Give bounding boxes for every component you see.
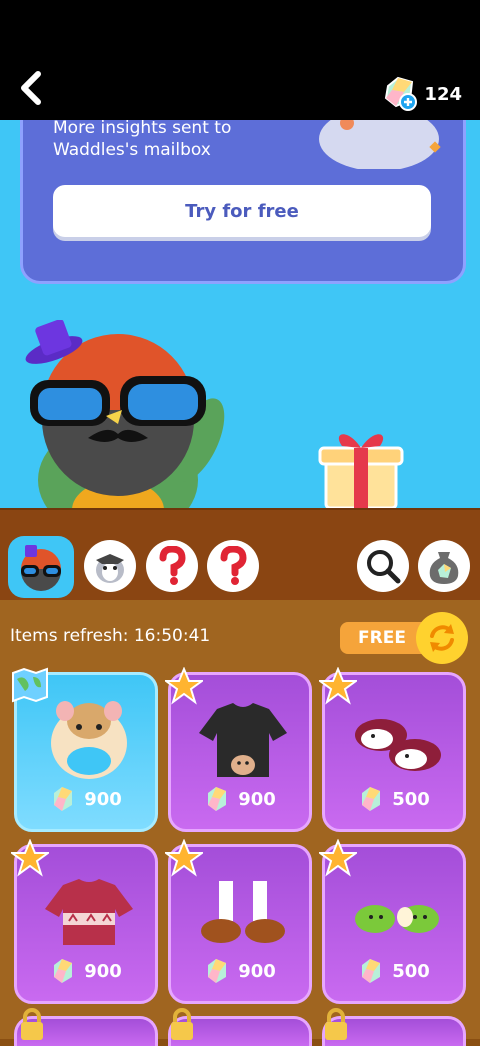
- knit-sweater-icon: [45, 879, 133, 945]
- item-price-value: 900: [84, 788, 122, 810]
- item-price-value: 500: [392, 960, 430, 982]
- shop-item-shoes[interactable]: 900: [165, 839, 312, 1004]
- refresh-icon-button[interactable]: [416, 612, 468, 664]
- gem-balance[interactable]: 124: [382, 76, 462, 112]
- shop-item-apple-slippers[interactable]: 500: [319, 839, 466, 1004]
- tab-mystery-1[interactable]: [146, 540, 198, 592]
- gem-icon: [54, 787, 73, 811]
- lock-icon: [21, 1008, 43, 1040]
- gift-box-icon[interactable]: [318, 426, 404, 510]
- gem-icon: [362, 787, 381, 811]
- gem-bag-icon: [429, 552, 459, 584]
- gem-icon: [362, 959, 381, 983]
- item-price: 900: [17, 957, 155, 985]
- tab-penguin-avatar[interactable]: [84, 540, 136, 592]
- promo-text: More insights sent to Waddles's mailbox: [53, 120, 232, 160]
- item-price: 500: [325, 957, 463, 985]
- penguin-mascot-icon: [319, 120, 441, 169]
- tab-bird-avatar[interactable]: [8, 536, 74, 598]
- gem-bag-button[interactable]: [418, 540, 470, 592]
- category-tabs: [0, 508, 480, 602]
- shop-item-knit-sweater[interactable]: 900: [11, 839, 158, 1004]
- tab-mystery-2[interactable]: [207, 540, 259, 592]
- penguin-avatar-icon: [96, 554, 124, 583]
- brown-shoes-icon: [201, 881, 285, 943]
- gem-count-label: 124: [424, 83, 462, 105]
- apple-slippers-icon: [355, 905, 439, 933]
- search-button[interactable]: [357, 540, 409, 592]
- hamster-hat-icon: [51, 701, 127, 779]
- item-price: 900: [17, 785, 155, 813]
- promo-card: More insights sent to Waddles's mailbox …: [20, 120, 466, 284]
- lock-icon: [325, 1008, 347, 1040]
- item-price-value: 900: [84, 960, 122, 982]
- gem-plus-icon: [385, 76, 418, 111]
- bird-with-top-hat-icon: [25, 320, 225, 510]
- item-price: 900: [171, 785, 309, 813]
- free-label: FREE: [358, 628, 406, 648]
- shop-item-hat[interactable]: 900: [12, 667, 158, 832]
- scene: More insights sent to Waddles's mailbox …: [0, 120, 480, 510]
- shop-item-sweater[interactable]: 900: [165, 667, 312, 832]
- shop-panel: Items refresh: 16:50:41 FREE 900 900 500…: [0, 600, 480, 1039]
- question-icon: [220, 546, 247, 585]
- search-icon: [367, 550, 401, 584]
- gem-icon: [208, 959, 227, 983]
- top-bar: 124: [0, 0, 480, 120]
- item-price: 900: [171, 957, 309, 985]
- shop-item-slippers[interactable]: 500: [319, 667, 466, 832]
- back-chevron-icon[interactable]: [14, 68, 48, 108]
- item-price-value: 900: [238, 788, 276, 810]
- refresh-icon: [430, 624, 454, 652]
- bird-avatar-icon: [21, 545, 61, 591]
- item-price-value: 900: [238, 960, 276, 982]
- try-for-free-button[interactable]: Try for free: [53, 185, 431, 237]
- question-icon: [159, 546, 186, 585]
- penguin-slippers-icon: [355, 719, 441, 771]
- black-sweater-icon: [199, 703, 287, 777]
- item-price: 500: [325, 785, 463, 813]
- gem-icon: [208, 787, 227, 811]
- item-price-value: 500: [392, 788, 430, 810]
- lock-icon: [171, 1008, 193, 1040]
- gem-icon: [54, 959, 73, 983]
- items-refresh-timer: Items refresh: 16:50:41: [10, 626, 211, 646]
